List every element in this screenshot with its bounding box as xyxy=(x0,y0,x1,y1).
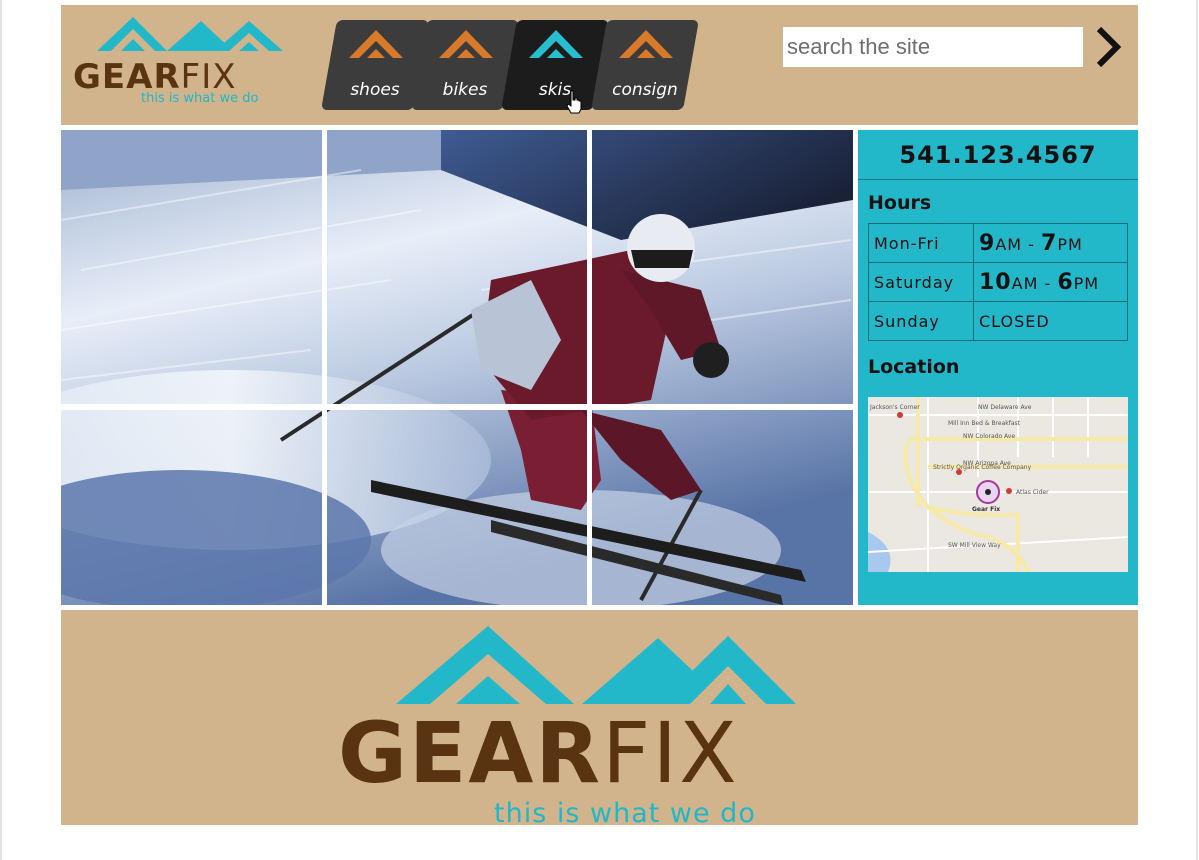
page-border-right xyxy=(1196,0,1198,860)
footer-wordmark: GEARFIX xyxy=(338,708,739,798)
info-panel: 541.123.4567 Hours Mon-Fri 9AM - 7PM Sat… xyxy=(858,130,1138,605)
page-border-left xyxy=(0,0,2,860)
map-street-label: NW Arizona Ave xyxy=(963,460,1011,467)
phone-number[interactable]: 541.123.4567 xyxy=(858,130,1138,180)
hours-day: Saturday xyxy=(868,262,974,302)
hours-time: 10AM - 6PM xyxy=(973,262,1128,302)
hours-time: 9AM - 7PM xyxy=(973,223,1128,263)
footer-fix-text: FIX xyxy=(602,704,739,802)
map-street-label: SW Mill View Way xyxy=(948,542,1001,549)
mountain-icon xyxy=(349,30,403,58)
hours-row: Mon-Fri 9AM - 7PM xyxy=(868,223,1128,263)
search-submit-arrow-icon[interactable] xyxy=(1093,25,1123,69)
nav-label-shoes: shoes xyxy=(350,80,400,100)
hours-day: Mon-Fri xyxy=(868,223,974,263)
location-map[interactable]: Jackson's Corner Mill Inn Bed & Breakfas… xyxy=(868,397,1128,572)
site-logo[interactable]: GEARFIX this is what we do xyxy=(73,15,303,106)
hours-row: Sunday CLOSED xyxy=(868,301,1128,341)
map-place-label: Mill Inn Bed & Breakfast xyxy=(948,420,1021,427)
map-pin-label: Gear Fix xyxy=(972,506,1000,513)
hero-image-grid xyxy=(61,130,853,605)
skier-photo xyxy=(61,130,853,605)
mountains-logo-icon xyxy=(396,626,796,704)
footer-banner: GEARFIX this is what we do xyxy=(61,610,1138,829)
footer-tagline: this is what we do xyxy=(494,798,756,829)
site-header: GEARFIX this is what we do shoes bikes s… xyxy=(61,5,1138,125)
nav-label-consign: consign xyxy=(612,80,678,100)
map-place-label: Jackson's Corner xyxy=(869,404,920,411)
hours-closed: CLOSED xyxy=(973,301,1128,341)
nav-tab-consign[interactable]: consign xyxy=(591,20,699,110)
nav-label-skis: skis xyxy=(538,80,572,100)
map-street-label: NW Colorado Ave xyxy=(963,433,1015,440)
footer-gear-text: GEAR xyxy=(338,704,603,802)
logo-tagline: this is what we do xyxy=(141,91,259,106)
hours-heading: Hours xyxy=(868,192,932,214)
nav-label-bikes: bikes xyxy=(442,80,488,100)
mountain-icon xyxy=(619,30,673,58)
footer-logo: GEARFIX this is what we do xyxy=(336,620,866,829)
hours-row: Saturday 10AM - 6PM xyxy=(868,262,1128,302)
map-place-label: Atlas Cider xyxy=(1016,489,1049,496)
map-street-label: NW Delaware Ave xyxy=(978,404,1032,411)
mountains-logo-icon xyxy=(97,17,283,51)
location-heading: Location xyxy=(868,356,960,378)
hours-day: Sunday xyxy=(868,301,974,341)
mountain-icon xyxy=(439,30,493,58)
mountain-icon xyxy=(529,30,583,58)
hand-cursor-icon xyxy=(566,90,582,114)
map-graphic: Jackson's Corner Mill Inn Bed & Breakfas… xyxy=(868,397,1128,572)
hours-table: Mon-Fri 9AM - 7PM Saturday 10AM - 6PM Su… xyxy=(868,223,1128,341)
search-input[interactable] xyxy=(783,27,1083,67)
